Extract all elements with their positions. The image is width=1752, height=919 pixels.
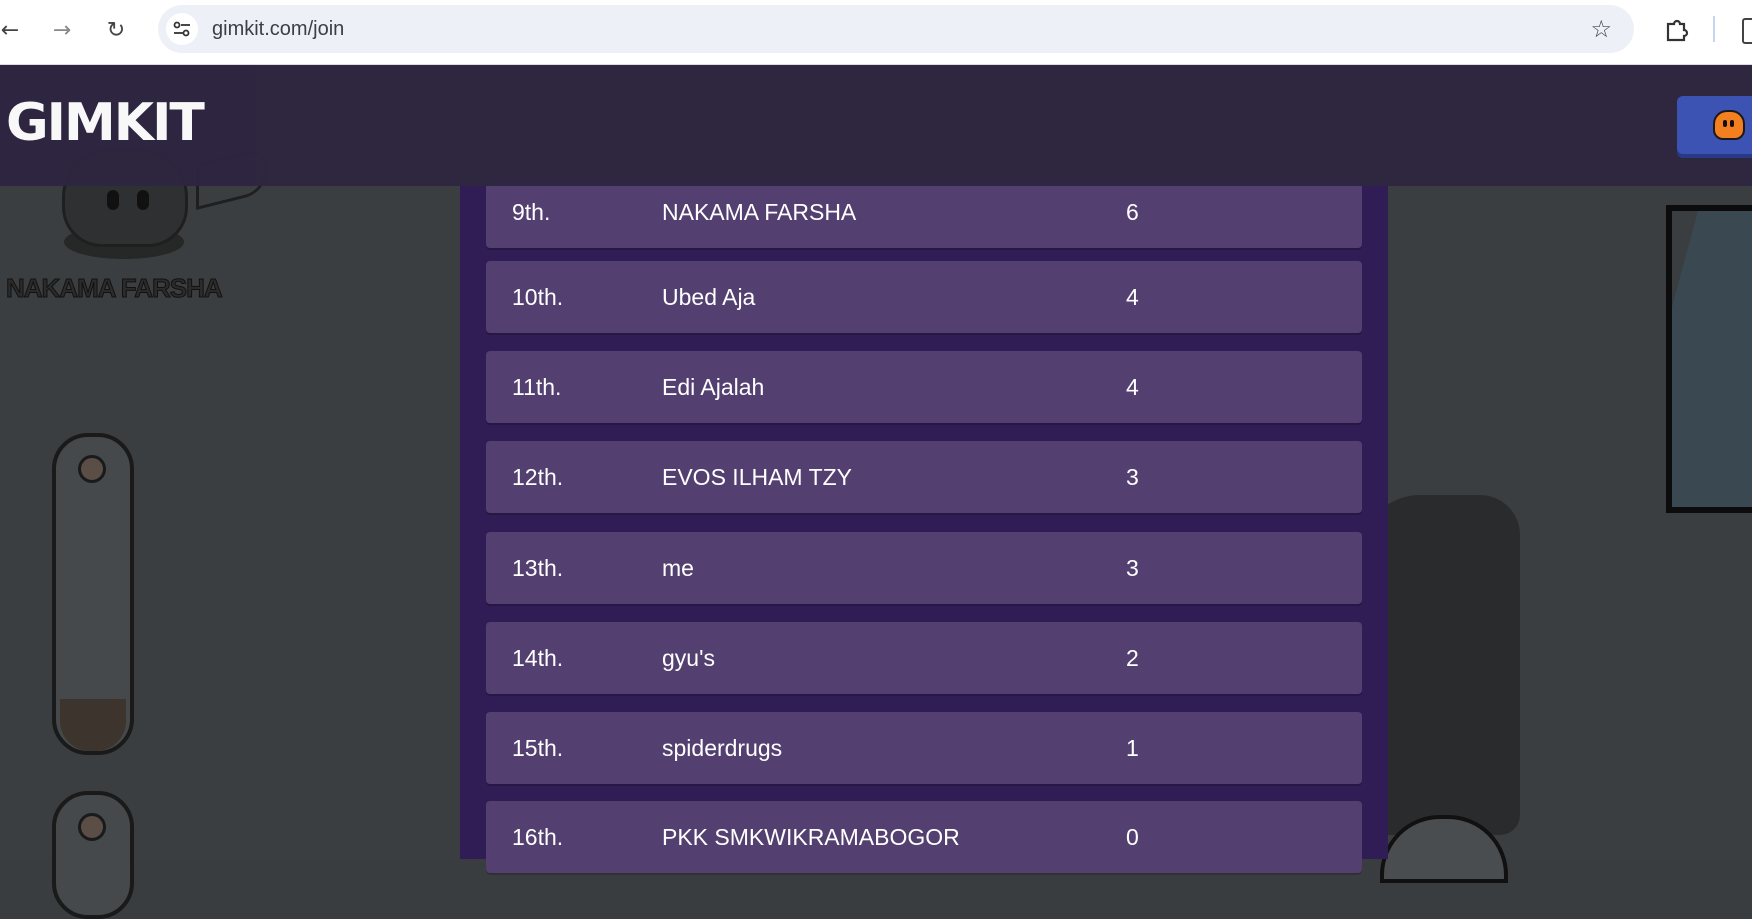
rank-label: 12th.	[512, 464, 564, 490]
player-score: 4	[1126, 284, 1139, 310]
bush	[1440, 585, 1520, 765]
toolbar-divider	[1713, 16, 1715, 42]
player-score: 6	[1126, 199, 1139, 225]
player-name: Edi Ajalah	[662, 374, 765, 400]
rank-label: 10th.	[512, 284, 564, 310]
leaderboard-row: 15th. spiderdrugs 1	[486, 712, 1362, 784]
mascot-eye	[1723, 120, 1727, 127]
gim-mascot-icon	[1713, 110, 1745, 140]
player-score: 0	[1126, 824, 1139, 850]
url-text[interactable]: gimkit.com/join	[212, 18, 344, 41]
leaderboard-row: 11th. Edi Ajalah 4	[486, 351, 1362, 423]
avatar-eye	[137, 190, 149, 210]
leaderboard-row: 14th. gyu's 2	[486, 622, 1362, 694]
extensions-icon[interactable]	[1660, 14, 1692, 46]
player-name: PKK SMKWIKRAMABOGOR	[662, 824, 960, 850]
pillar-knot	[78, 455, 106, 483]
pillar-base	[60, 699, 126, 751]
site-info-icon[interactable]	[166, 13, 198, 45]
account-button[interactable]	[1677, 96, 1752, 154]
bookmark-star-icon[interactable]: ☆	[1590, 15, 1612, 43]
player-name: EVOS ILHAM TZY	[662, 464, 853, 490]
browser-toolbar: ← → ↻ gimkit.com/join ☆	[0, 0, 1752, 65]
rank-label: 16th.	[512, 824, 564, 850]
player-name: NAKAMA FARSHA	[662, 199, 857, 225]
player-name: gyu's	[662, 645, 715, 671]
player-name: spiderdrugs	[662, 735, 783, 761]
player-score: 3	[1126, 555, 1139, 581]
back-arrow-icon[interactable]: ←	[0, 14, 26, 46]
leaderboard-row: 10th. Ubed Aja 4	[486, 261, 1362, 333]
rank-label: 15th.	[512, 735, 564, 761]
window-prop	[1666, 205, 1752, 513]
mascot-eye	[1730, 120, 1734, 127]
log-pillar	[52, 791, 134, 919]
log-pillar	[52, 433, 134, 755]
player-name: me	[662, 555, 694, 581]
leaderboard-row: 9th. NAKAMA FARSHA 6	[486, 176, 1362, 248]
player-name-tag: NAKAMA FARSHA	[6, 273, 224, 304]
address-bar[interactable]: gimkit.com/join ☆	[158, 5, 1634, 53]
avatar-eye	[107, 190, 119, 210]
player-score: 1	[1126, 735, 1139, 761]
player-score: 4	[1126, 374, 1139, 400]
forward-arrow-icon[interactable]: →	[46, 14, 78, 46]
side-panel-icon[interactable]	[1742, 18, 1752, 44]
reload-icon[interactable]: ↻	[100, 14, 132, 46]
leaderboard-row: 16th. PKK SMKWIKRAMABOGOR 0	[486, 801, 1362, 873]
leaderboard-row: 12th. EVOS ILHAM TZY 3	[486, 441, 1362, 513]
rank-label: 9th.	[512, 199, 551, 225]
rank-label: 14th.	[512, 645, 564, 671]
leaderboard-panel: 9th. NAKAMA FARSHA 6 10th. Ubed Aja 4 11…	[460, 176, 1388, 873]
player-score: 2	[1126, 645, 1139, 671]
rank-label: 13th.	[512, 555, 564, 581]
rank-label: 11th.	[512, 374, 562, 400]
player-score: 3	[1126, 464, 1139, 490]
site-header: GIMKIT	[0, 65, 1752, 186]
pillar-knot	[78, 813, 106, 841]
gimkit-logo[interactable]: GIMKIT	[6, 93, 205, 153]
player-name: Ubed Aja	[662, 284, 756, 310]
leaderboard-row: 13th. me 3	[486, 532, 1362, 604]
